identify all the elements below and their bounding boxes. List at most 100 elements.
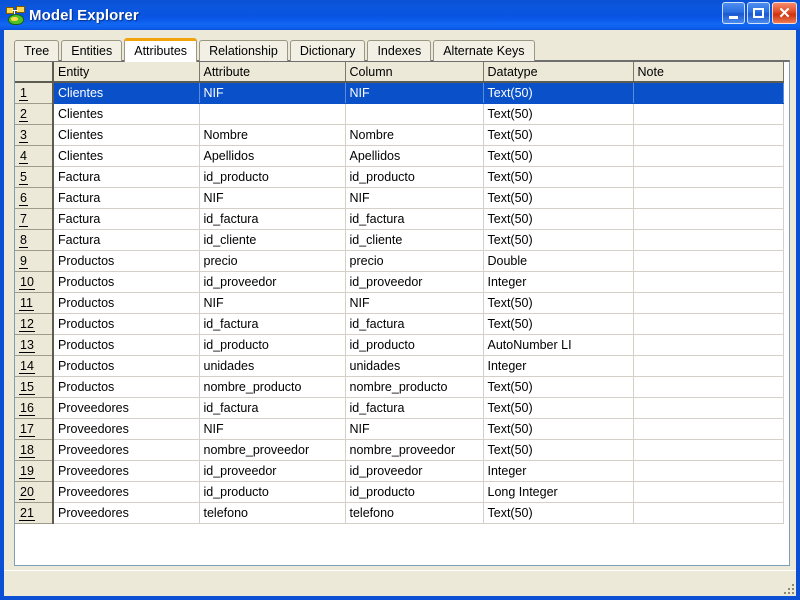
cell-datatype[interactable]: Text(50) (483, 187, 634, 209)
cell-note[interactable] (633, 439, 784, 461)
cell-datatype[interactable]: Text(50) (483, 124, 634, 146)
cell-datatype[interactable]: Text(50) (483, 229, 634, 251)
table-row[interactable]: 15 Productos nombre_producto nombre_product… (15, 376, 784, 398)
tab-dictionary[interactable]: Dictionary (289, 40, 366, 61)
cell-attribute[interactable]: precio (199, 250, 346, 272)
cell-entity[interactable]: Proveedores (53, 481, 200, 503)
cell-note[interactable] (633, 145, 784, 167)
cell-column[interactable]: telefono (345, 502, 484, 524)
attributes-grid-panel[interactable]: Entity Attribute Column Datatype Note 1 C… (14, 60, 790, 566)
cell-column[interactable]: id_factura (345, 313, 484, 335)
cell-column[interactable]: Nombre (345, 124, 484, 146)
table-row[interactable]: 6 Factura NIF NIF Text(50) (15, 187, 784, 209)
cell-datatype[interactable]: Integer (483, 460, 634, 482)
cell-note[interactable] (633, 208, 784, 230)
column-header-note[interactable]: Note (633, 62, 784, 83)
row-number-cell[interactable]: 19 (15, 460, 54, 482)
tab-indexes[interactable]: Indexes (367, 40, 432, 61)
tab-tree[interactable]: Tree (14, 40, 60, 61)
tab-entities[interactable]: Entities (61, 40, 123, 61)
tab-alternate-keys[interactable]: Alternate Keys (433, 40, 535, 61)
cell-entity[interactable]: Factura (53, 208, 200, 230)
cell-entity[interactable]: Productos (53, 271, 200, 293)
cell-attribute[interactable]: id_factura (199, 397, 346, 419)
close-button[interactable]: ✕ (772, 2, 797, 24)
cell-datatype[interactable]: Text(50) (483, 103, 634, 125)
cell-note[interactable] (633, 250, 784, 272)
cell-datatype[interactable]: Text(50) (483, 418, 634, 440)
cell-entity[interactable]: Factura (53, 187, 200, 209)
cell-entity[interactable]: Proveedores (53, 418, 200, 440)
cell-column[interactable]: Apellidos (345, 145, 484, 167)
cell-attribute[interactable]: id_factura (199, 208, 346, 230)
grid-corner-header[interactable] (15, 62, 54, 83)
column-header-column[interactable]: Column (345, 62, 484, 83)
tab-attributes[interactable]: Attributes (124, 38, 198, 62)
cell-attribute[interactable]: Apellidos (199, 145, 346, 167)
table-row[interactable]: 13 Productos id_producto id_producto AutoNum… (15, 334, 784, 356)
table-row[interactable]: 2 Clientes Text(50) (15, 103, 784, 125)
cell-note[interactable] (633, 460, 784, 482)
cell-column[interactable]: NIF (345, 292, 484, 314)
row-number-cell[interactable]: 11 (15, 292, 54, 314)
cell-column[interactable] (345, 103, 484, 125)
cell-note[interactable] (633, 229, 784, 251)
cell-datatype[interactable]: AutoNumber LI (483, 334, 634, 356)
maximize-button[interactable] (747, 2, 770, 24)
cell-note[interactable] (633, 82, 784, 104)
cell-datatype[interactable]: Text(50) (483, 397, 634, 419)
cell-entity[interactable]: Clientes (53, 124, 200, 146)
title-bar[interactable]: Model Explorer ✕ (0, 0, 800, 30)
table-row[interactable]: 8 Factura id_cliente id_cliente Text(50) (15, 229, 784, 251)
minimize-button[interactable] (722, 2, 745, 24)
cell-attribute[interactable]: id_producto (199, 481, 346, 503)
table-row[interactable]: 14 Productos unidades unidades Integer (15, 355, 784, 377)
cell-attribute[interactable]: Nombre (199, 124, 346, 146)
cell-column[interactable]: id_factura (345, 208, 484, 230)
resize-grip[interactable] (781, 581, 794, 594)
cell-column[interactable]: NIF (345, 82, 484, 104)
cell-note[interactable] (633, 271, 784, 293)
row-number-cell[interactable]: 5 (15, 166, 54, 188)
cell-note[interactable] (633, 481, 784, 503)
row-number-cell[interactable]: 14 (15, 355, 54, 377)
cell-entity[interactable]: Productos (53, 376, 200, 398)
cell-datatype[interactable]: Text(50) (483, 82, 634, 104)
cell-datatype[interactable]: Text(50) (483, 208, 634, 230)
row-number-cell[interactable]: 4 (15, 145, 54, 167)
cell-entity[interactable]: Factura (53, 229, 200, 251)
cell-attribute[interactable]: nombre_proveedor (199, 439, 346, 461)
row-number-cell[interactable]: 3 (15, 124, 54, 146)
table-row[interactable]: 9 Productos precio precio Double (15, 250, 784, 272)
cell-column[interactable]: id_factura (345, 397, 484, 419)
cell-note[interactable] (633, 292, 784, 314)
table-row[interactable]: 21 Proveedores telefono telefono Text(50) (15, 502, 784, 524)
cell-attribute[interactable]: unidades (199, 355, 346, 377)
cell-datatype[interactable]: Text(50) (483, 313, 634, 335)
table-row[interactable]: 7 Factura id_factura id_factura Text(50) (15, 208, 784, 230)
cell-entity[interactable]: Productos (53, 334, 200, 356)
cell-datatype[interactable]: Integer (483, 355, 634, 377)
cell-attribute[interactable]: id_producto (199, 166, 346, 188)
row-number-cell[interactable]: 7 (15, 208, 54, 230)
cell-column[interactable]: unidades (345, 355, 484, 377)
row-number-cell[interactable]: 9 (15, 250, 54, 272)
cell-column[interactable]: id_cliente (345, 229, 484, 251)
cell-attribute[interactable]: nombre_producto (199, 376, 346, 398)
row-number-cell[interactable]: 16 (15, 397, 54, 419)
cell-column[interactable]: id_producto (345, 166, 484, 188)
cell-note[interactable] (633, 124, 784, 146)
table-row[interactable]: 19 Proveedores id_proveedor id_proveedor Int… (15, 460, 784, 482)
cell-column[interactable]: NIF (345, 187, 484, 209)
cell-attribute[interactable]: id_factura (199, 313, 346, 335)
row-number-cell[interactable]: 10 (15, 271, 54, 293)
cell-attribute[interactable]: telefono (199, 502, 346, 524)
cell-note[interactable] (633, 502, 784, 524)
row-number-cell[interactable]: 1 (15, 82, 54, 104)
cell-column[interactable]: id_producto (345, 334, 484, 356)
table-row[interactable]: 11 Productos NIF NIF Text(50) (15, 292, 784, 314)
cell-attribute[interactable] (199, 103, 346, 125)
cell-column[interactable]: precio (345, 250, 484, 272)
cell-datatype[interactable]: Long Integer (483, 481, 634, 503)
cell-attribute[interactable]: NIF (199, 82, 346, 104)
